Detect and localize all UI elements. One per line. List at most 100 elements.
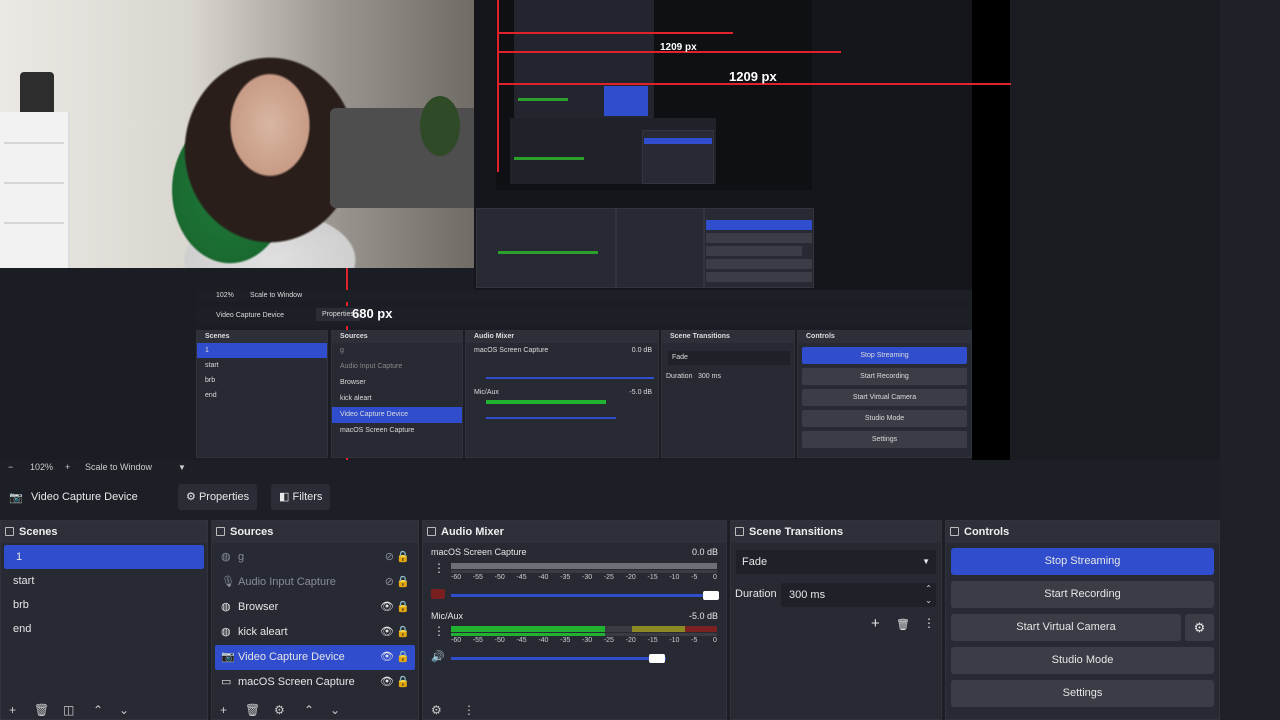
scene-filters-button[interactable]: ◫ [63,703,74,717]
scene-item-brb[interactable]: brb [1,593,207,617]
source-label: Browser [238,601,279,613]
track-menu-icon[interactable]: ⋮ [433,561,445,575]
muted-speaker-icon[interactable] [431,589,445,599]
nested-meter [498,251,598,254]
transition-select[interactable]: Fade ▼ [736,550,936,574]
settings-button[interactable]: Settings [951,680,1214,707]
add-transition-button[interactable]: + [871,615,880,632]
meter-tick-label: -25 [603,574,614,581]
remove-scene-button[interactable]: 🗑 [34,703,49,717]
track-meter [451,563,717,569]
duration-field[interactable]: 300 ms ⌃ ⌄ [781,583,936,607]
mixer-footer: ⚙ ⋮ [423,703,726,719]
mini-mixer: Audio Mixer macOS Screen Capture 0.0 dB … [465,330,659,458]
source-label: kick aleart [238,626,288,638]
mixer-settings-gear-icon[interactable]: ⚙ [431,703,442,717]
eye-icon[interactable]: 👁 [380,645,394,670]
lock-icon[interactable]: 🔒 [396,595,410,620]
filters-button[interactable]: ◧ Filters [271,484,331,510]
track-db: 0.0 dB [691,547,718,557]
dock-icon [950,527,959,536]
scene-item-end[interactable]: end [1,617,207,641]
transition-menu-icon[interactable]: ⋮ [923,616,935,630]
scale-mode-select[interactable]: Scale to Window [85,462,152,472]
mini-zoombar: 102% Scale to Window [196,290,972,302]
scenes-title: Scenes [19,526,58,538]
selected-source-name: Video Capture Device [31,491,138,503]
move-scene-down-button[interactable]: ⌄ [119,703,129,717]
meter-tick-label: -35 [560,637,571,644]
filters-label: Filters [292,491,323,503]
measure-vertical [497,0,499,172]
nested-controls-3 [604,86,648,116]
lock-icon[interactable]: 🔒 [396,570,410,595]
properties-button[interactable]: ⚙ Properties [178,484,258,510]
hidden-eye-icon[interactable]: ⊘ [385,570,394,595]
meter-tick-label: -50 [494,637,505,644]
stop-streaming-button[interactable]: Stop Streaming [951,548,1214,575]
studio-mode-button[interactable]: Studio Mode [951,647,1214,674]
duration-value: 300 ms [789,589,826,601]
mini-source-toolbar: Video Capture Device Properties 680 px [196,306,972,326]
source-item-kick-aleart[interactable]: ◍ kick aleart 👁 🔒 [212,620,418,645]
source-item-g[interactable]: ◍ g ⊘ 🔒 [212,545,418,570]
source-item-audio-input[interactable]: 🎙 Audio Input Capture ⊘ 🔒 [212,570,418,595]
camera-icon: 📷 [9,492,23,504]
eye-icon[interactable]: 👁 [380,595,394,620]
meter-tick-label: -40 [538,574,549,581]
zoom-in-button[interactable]: + [65,462,70,472]
source-item-browser[interactable]: ◍ Browser 👁 🔒 [212,595,418,620]
scene-item-1[interactable]: 1 [4,545,204,569]
zoom-out-button[interactable]: − [8,462,13,472]
eye-icon[interactable]: 👁 [380,620,394,645]
track-menu-icon[interactable]: ⋮ [433,624,445,638]
track-volume-knob[interactable] [649,654,665,663]
meter-tick-label: -15 [647,637,658,644]
track-name: Mic/Aux [431,611,464,621]
globe-icon: ◍ [221,551,231,563]
lock-icon[interactable]: 🔒 [396,645,410,670]
mini-scenes: Scenes 1 start brb end [196,330,328,458]
zoom-bar: − 102% + Scale to Window ▼ [0,460,1220,475]
source-item-macos-screen[interactable]: ▭ macOS Screen Capture 👁 🔒 [212,670,418,695]
eye-icon[interactable]: 👁 [380,670,394,695]
scene-item-start[interactable]: start [1,569,207,593]
preview-grey-column [1010,0,1220,460]
track-volume-slider[interactable] [451,594,717,597]
mini-transitions: Scene Transitions Fade Duration 300 ms [661,330,795,458]
move-source-down-button[interactable]: ⌄ [330,703,340,717]
source-item-video-capture[interactable]: 📷 Video Capture Device 👁 🔒 [215,645,415,670]
meter-tick-label: -60 [451,637,462,644]
track-volume-knob[interactable] [703,591,719,600]
add-scene-button[interactable]: + [9,703,16,717]
track-name: macOS Screen Capture [431,547,527,557]
nested-start-recording [706,233,812,243]
move-scene-up-button[interactable]: ⌃ [93,703,103,717]
mixer-menu-icon[interactable]: ⋮ [463,703,475,717]
obs-window: 1209 px 1209 px 102% Scale to Window Vid… [0,0,1280,720]
add-source-button[interactable]: + [220,703,227,717]
controls-title: Controls [964,526,1010,538]
sources-header: Sources [212,521,418,543]
track-volume-slider[interactable] [451,657,666,660]
scale-mode-chevron-icon[interactable]: ▼ [178,463,186,472]
speaker-icon[interactable]: 🔊 [431,650,445,663]
start-virtual-camera-button[interactable]: Start Virtual Camera [951,614,1181,641]
virtual-camera-gear-icon[interactable]: ⚙ [1185,614,1214,641]
audio-mixer-dock: Audio Mixer macOS Screen Capture 0.0 dB … [422,520,727,720]
remove-source-button[interactable]: 🗑 [245,703,260,717]
source-settings-gear-icon[interactable]: ⚙ [274,703,285,717]
start-recording-button[interactable]: Start Recording [951,581,1214,608]
nested-meter-2 [514,157,584,160]
filter-icon: ◧ [279,491,290,503]
hidden-eye-icon[interactable]: ⊘ [385,545,394,570]
preview-canvas[interactable]: 1209 px 1209 px 102% Scale to Window Vid… [0,0,1220,460]
remove-transition-button[interactable]: 🗑 [896,618,910,631]
globe-icon: ◍ [221,601,231,613]
lock-icon[interactable]: 🔒 [396,670,410,695]
lock-icon[interactable]: 🔒 [396,545,410,570]
lock-icon[interactable]: 🔒 [396,620,410,645]
spin-down-icon[interactable]: ⌄ [925,589,932,613]
move-source-up-button[interactable]: ⌃ [304,703,314,717]
meter-tick-label: -30 [582,574,593,581]
